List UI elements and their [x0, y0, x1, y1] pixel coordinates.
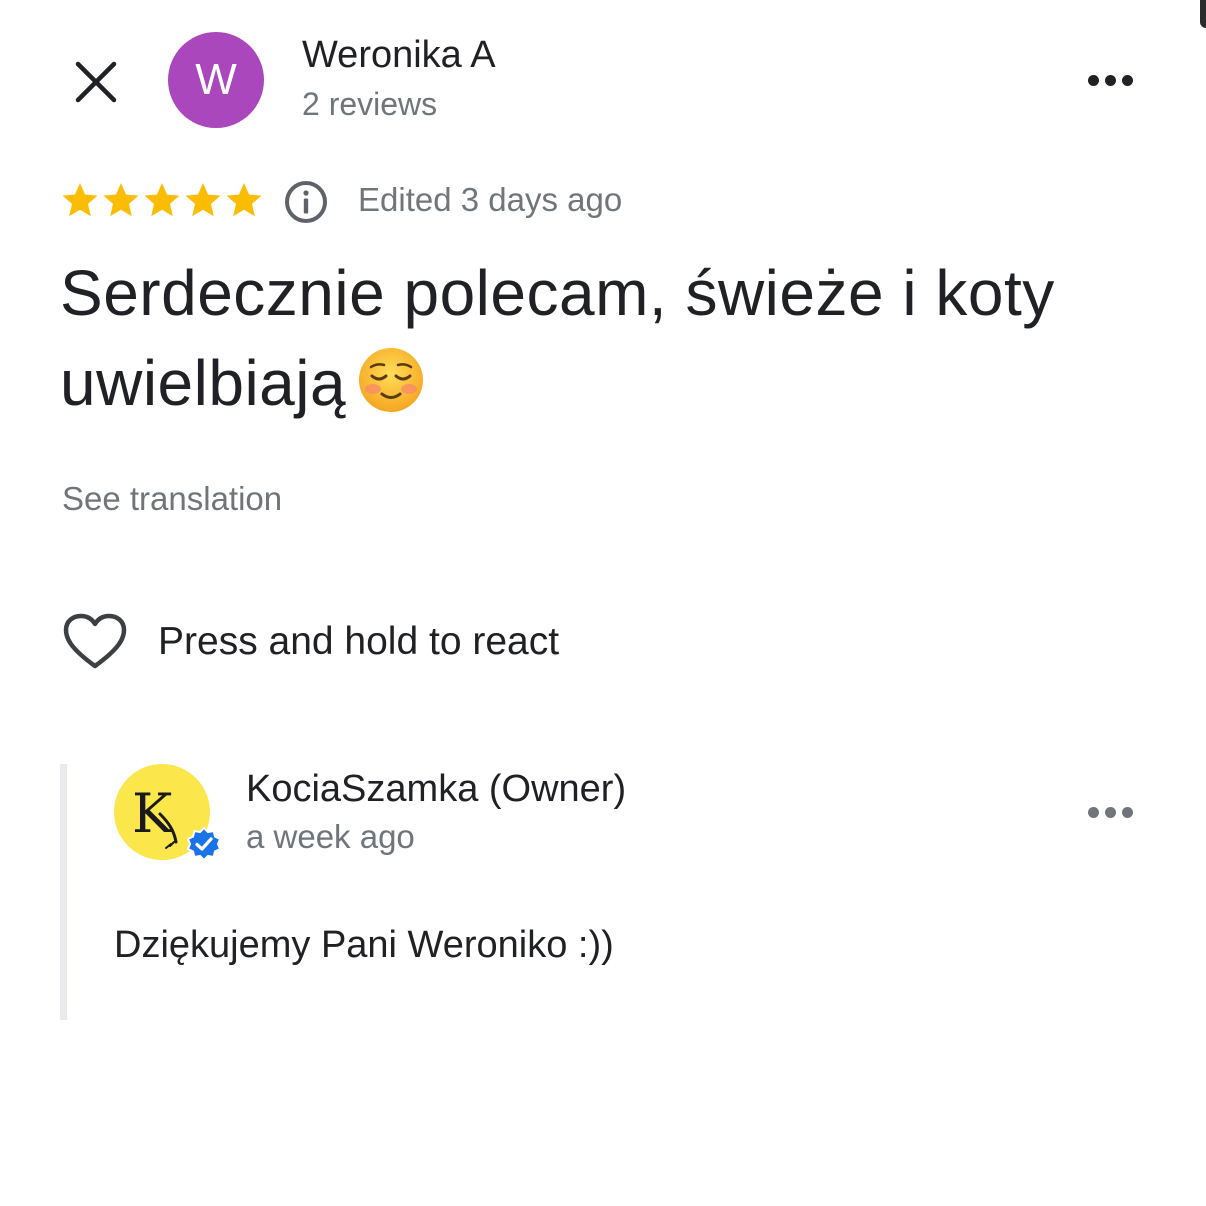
reviewer-avatar-letter: W [195, 55, 237, 104]
verified-badge [186, 826, 222, 862]
review-more-button[interactable] [1082, 60, 1138, 100]
owner-reply-text: Dziękujemy Pani Weroniko :)) [114, 924, 614, 966]
more-horizontal-icon [1121, 74, 1133, 86]
see-translation-link[interactable]: See translation [62, 480, 282, 518]
star-icon [144, 183, 180, 217]
owner-response-time: a week ago [246, 818, 415, 855]
star-icon [103, 183, 139, 217]
star-rating [60, 180, 264, 220]
close-icon [75, 61, 117, 103]
more-horizontal-icon [1104, 74, 1116, 86]
react-button[interactable]: Press and hold to react [62, 612, 559, 672]
verified-badge-icon [186, 826, 222, 862]
star-icon [226, 183, 262, 217]
close-button[interactable] [64, 50, 128, 114]
more-horizontal-icon [1121, 806, 1133, 818]
more-horizontal-icon [1104, 806, 1116, 818]
window-frame-corner [1200, 0, 1206, 28]
review-text: Serdecznie polecam, świeże i koty uwielb… [60, 248, 1120, 428]
more-horizontal-icon [1087, 74, 1099, 86]
review-text-content: Serdecznie polecam, świeże i koty uwielb… [60, 257, 1055, 419]
react-label: Press and hold to react [158, 620, 560, 663]
heart-outline-icon [63, 613, 127, 669]
smiling-face-icon [359, 348, 424, 412]
reviewer-name[interactable]: Weronika A [302, 34, 496, 77]
owner-avatar-letter: K [132, 782, 174, 845]
star-icon [185, 183, 221, 217]
owner-name[interactable]: KociaSzamka (Owner) [246, 768, 626, 811]
reviewer-avatar[interactable]: W [168, 32, 264, 128]
info-button[interactable] [282, 178, 330, 226]
info-icon [285, 181, 327, 223]
owner-response-more-button[interactable] [1082, 792, 1138, 832]
star-icon [62, 183, 98, 217]
reviewer-review-count: 2 reviews [302, 86, 438, 122]
more-horizontal-icon [1087, 806, 1099, 818]
edited-timestamp: Edited 3 days ago [358, 181, 623, 218]
owner-reply-divider [60, 764, 67, 1020]
